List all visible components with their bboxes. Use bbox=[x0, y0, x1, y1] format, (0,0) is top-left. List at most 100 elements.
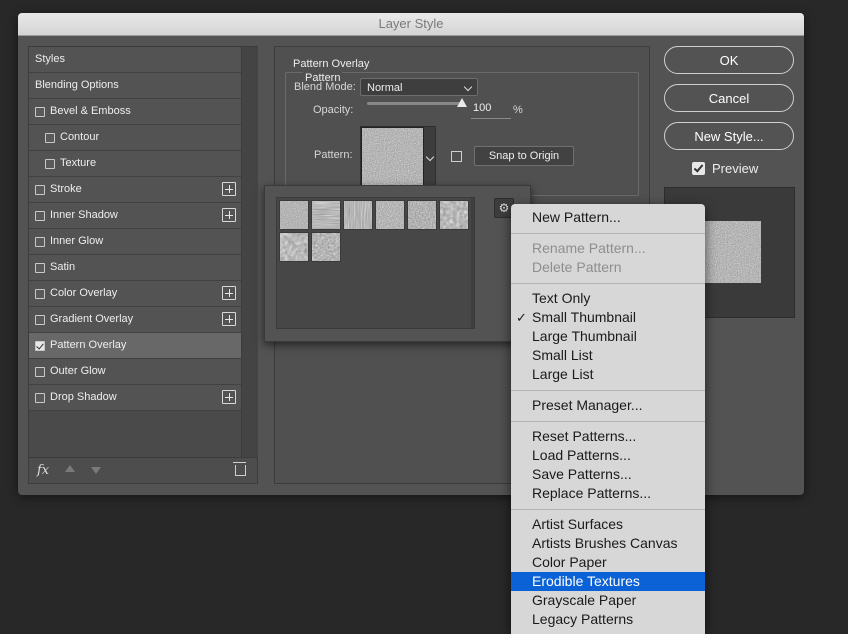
menu-item-preset-manager[interactable]: Preset Manager... bbox=[511, 396, 705, 415]
pattern-thumbnail[interactable] bbox=[279, 200, 309, 230]
opacity-slider-thumb[interactable] bbox=[457, 98, 467, 107]
menu-item-label: Color Paper bbox=[532, 554, 607, 570]
menu-item-legacy-patterns[interactable]: Legacy Patterns bbox=[511, 610, 705, 629]
new-style-button[interactable]: New Style... bbox=[664, 122, 794, 150]
pattern-thumbnail[interactable] bbox=[375, 200, 405, 230]
menu-item-grayscale-paper[interactable]: Grayscale Paper bbox=[511, 591, 705, 610]
sidebar-checkbox[interactable] bbox=[35, 393, 45, 403]
sidebar-item-stroke[interactable]: Stroke bbox=[29, 177, 241, 203]
blend-mode-select[interactable]: Normal bbox=[360, 78, 478, 96]
fx-button[interactable]: fx bbox=[37, 463, 49, 478]
add-effect-icon[interactable] bbox=[222, 390, 236, 404]
pattern-thumbnail[interactable] bbox=[343, 200, 373, 230]
sidebar-checkbox[interactable] bbox=[35, 185, 45, 195]
pattern-thumbnail[interactable] bbox=[279, 232, 309, 262]
dialog-title: Layer Style bbox=[18, 13, 804, 36]
menu-item-artists-brushes-canvas[interactable]: Artists Brushes Canvas bbox=[511, 534, 705, 553]
sidebar-checkbox[interactable] bbox=[45, 159, 55, 169]
sidebar-item-color-overlay[interactable]: Color Overlay bbox=[29, 281, 241, 307]
sidebar-scrollbar[interactable] bbox=[241, 47, 258, 457]
sidebar-item-inner-shadow[interactable]: Inner Shadow bbox=[29, 203, 241, 229]
sidebar-checkbox[interactable] bbox=[35, 211, 45, 221]
menu-item-label: Replace Patterns... bbox=[532, 485, 652, 501]
sidebar-item-label: Stroke bbox=[50, 183, 82, 195]
menu-item-label: Small Thumbnail bbox=[532, 309, 637, 325]
add-effect-icon[interactable] bbox=[222, 312, 236, 326]
ok-button[interactable]: OK bbox=[664, 46, 794, 74]
trash-icon[interactable] bbox=[233, 462, 246, 476]
sidebar-item-label: Pattern Overlay bbox=[50, 339, 127, 351]
menu-separator bbox=[511, 390, 705, 391]
sidebar-item-inner-glow[interactable]: Inner Glow bbox=[29, 229, 241, 255]
sidebar-item-gradient-overlay[interactable]: Gradient Overlay bbox=[29, 307, 241, 333]
opacity-slider[interactable] bbox=[367, 102, 462, 105]
pattern-thumbnail-grid bbox=[276, 197, 475, 329]
menu-item-large-thumbnail[interactable]: Large Thumbnail bbox=[511, 327, 705, 346]
pattern-thumbnail[interactable] bbox=[311, 200, 341, 230]
pattern-thumbnail[interactable] bbox=[311, 232, 341, 262]
menu-item-label: Erodible Textures bbox=[532, 573, 640, 589]
menu-item-small-list[interactable]: Small List bbox=[511, 346, 705, 365]
sidebar-checkbox[interactable] bbox=[35, 263, 45, 273]
preview-checkbox[interactable] bbox=[692, 162, 705, 175]
sidebar-item-bevel-emboss[interactable]: Bevel & Emboss bbox=[29, 99, 241, 125]
sidebar-checkbox[interactable] bbox=[35, 367, 45, 377]
pattern-swatch bbox=[361, 127, 424, 190]
sidebar-item-texture[interactable]: Texture bbox=[29, 151, 241, 177]
menu-item-reset-patterns[interactable]: Reset Patterns... bbox=[511, 427, 705, 446]
opacity-value: 100 bbox=[473, 102, 492, 114]
menu-item-small-thumbnail[interactable]: ✓ Small Thumbnail bbox=[511, 308, 705, 327]
menu-item-label: Rename Pattern... bbox=[532, 240, 646, 256]
sidebar-checkbox[interactable] bbox=[35, 107, 45, 117]
sidebar-item-satin[interactable]: Satin bbox=[29, 255, 241, 281]
sidebar-item-label: Blending Options bbox=[35, 79, 119, 91]
pattern-thumbnail[interactable] bbox=[407, 200, 437, 230]
move-down-icon[interactable] bbox=[91, 467, 101, 474]
add-effect-icon[interactable] bbox=[222, 208, 236, 222]
menu-item-large-list[interactable]: Large List bbox=[511, 365, 705, 384]
sidebar-checkbox[interactable] bbox=[45, 133, 55, 143]
snap-to-origin-button[interactable]: Snap to Origin bbox=[474, 146, 574, 166]
sidebar-checkbox[interactable] bbox=[35, 315, 45, 325]
menu-separator bbox=[511, 283, 705, 284]
sidebar-item-styles[interactable]: Styles bbox=[29, 47, 241, 73]
menu-item-text-only[interactable]: Text Only bbox=[511, 289, 705, 308]
sidebar-item-drop-shadow[interactable]: Drop Shadow bbox=[29, 385, 241, 411]
move-up-icon[interactable] bbox=[65, 465, 75, 472]
sidebar-item-label: Drop Shadow bbox=[50, 391, 117, 403]
menu-item-label: New Pattern... bbox=[532, 209, 621, 225]
sidebar-item-pattern-overlay[interactable]: Pattern Overlay bbox=[29, 333, 241, 359]
cancel-button[interactable]: Cancel bbox=[664, 84, 794, 112]
menu-item-replace-patterns[interactable]: Replace Patterns... bbox=[511, 484, 705, 503]
menu-item-erodible-textures[interactable]: Erodible Textures bbox=[511, 572, 705, 591]
sidebar-item-label: Bevel & Emboss bbox=[50, 105, 131, 117]
menu-separator bbox=[511, 421, 705, 422]
menu-item-new-pattern[interactable]: New Pattern... bbox=[511, 208, 705, 227]
add-effect-icon[interactable] bbox=[222, 182, 236, 196]
sidebar-item-contour[interactable]: Contour bbox=[29, 125, 241, 151]
menu-separator bbox=[511, 233, 705, 234]
sidebar-item-outer-glow[interactable]: Outer Glow bbox=[29, 359, 241, 385]
opacity-label: Opacity: bbox=[313, 104, 354, 116]
menu-item-save-patterns[interactable]: Save Patterns... bbox=[511, 465, 705, 484]
sidebar-checkbox[interactable] bbox=[35, 237, 45, 247]
sidebar-checkbox[interactable] bbox=[35, 289, 45, 299]
chevron-down-icon bbox=[463, 82, 473, 92]
pattern-thumbnail[interactable] bbox=[439, 200, 469, 230]
styles-sidebar: Styles Blending Options Bevel & Emboss Cont… bbox=[28, 46, 258, 484]
menu-separator bbox=[511, 509, 705, 510]
menu-item-color-paper[interactable]: Color Paper bbox=[511, 553, 705, 572]
opacity-input[interactable]: 100 bbox=[471, 102, 511, 119]
section-title: Pattern Overlay bbox=[293, 58, 370, 70]
sidebar-item-blending-options[interactable]: Blending Options bbox=[29, 73, 241, 99]
menu-item-delete-pattern: Delete Pattern bbox=[511, 258, 705, 277]
sidebar-checkbox[interactable] bbox=[35, 341, 45, 351]
menu-item-artist-surfaces[interactable]: Artist Surfaces bbox=[511, 515, 705, 534]
sidebar-item-label: Contour bbox=[60, 131, 100, 143]
picker-scrollbar[interactable] bbox=[471, 198, 474, 328]
new-preset-icon[interactable] bbox=[451, 151, 462, 162]
pattern-swatch-picker[interactable] bbox=[360, 126, 436, 191]
menu-item-label: Large List bbox=[532, 366, 594, 382]
add-effect-icon[interactable] bbox=[222, 286, 236, 300]
menu-item-load-patterns[interactable]: Load Patterns... bbox=[511, 446, 705, 465]
